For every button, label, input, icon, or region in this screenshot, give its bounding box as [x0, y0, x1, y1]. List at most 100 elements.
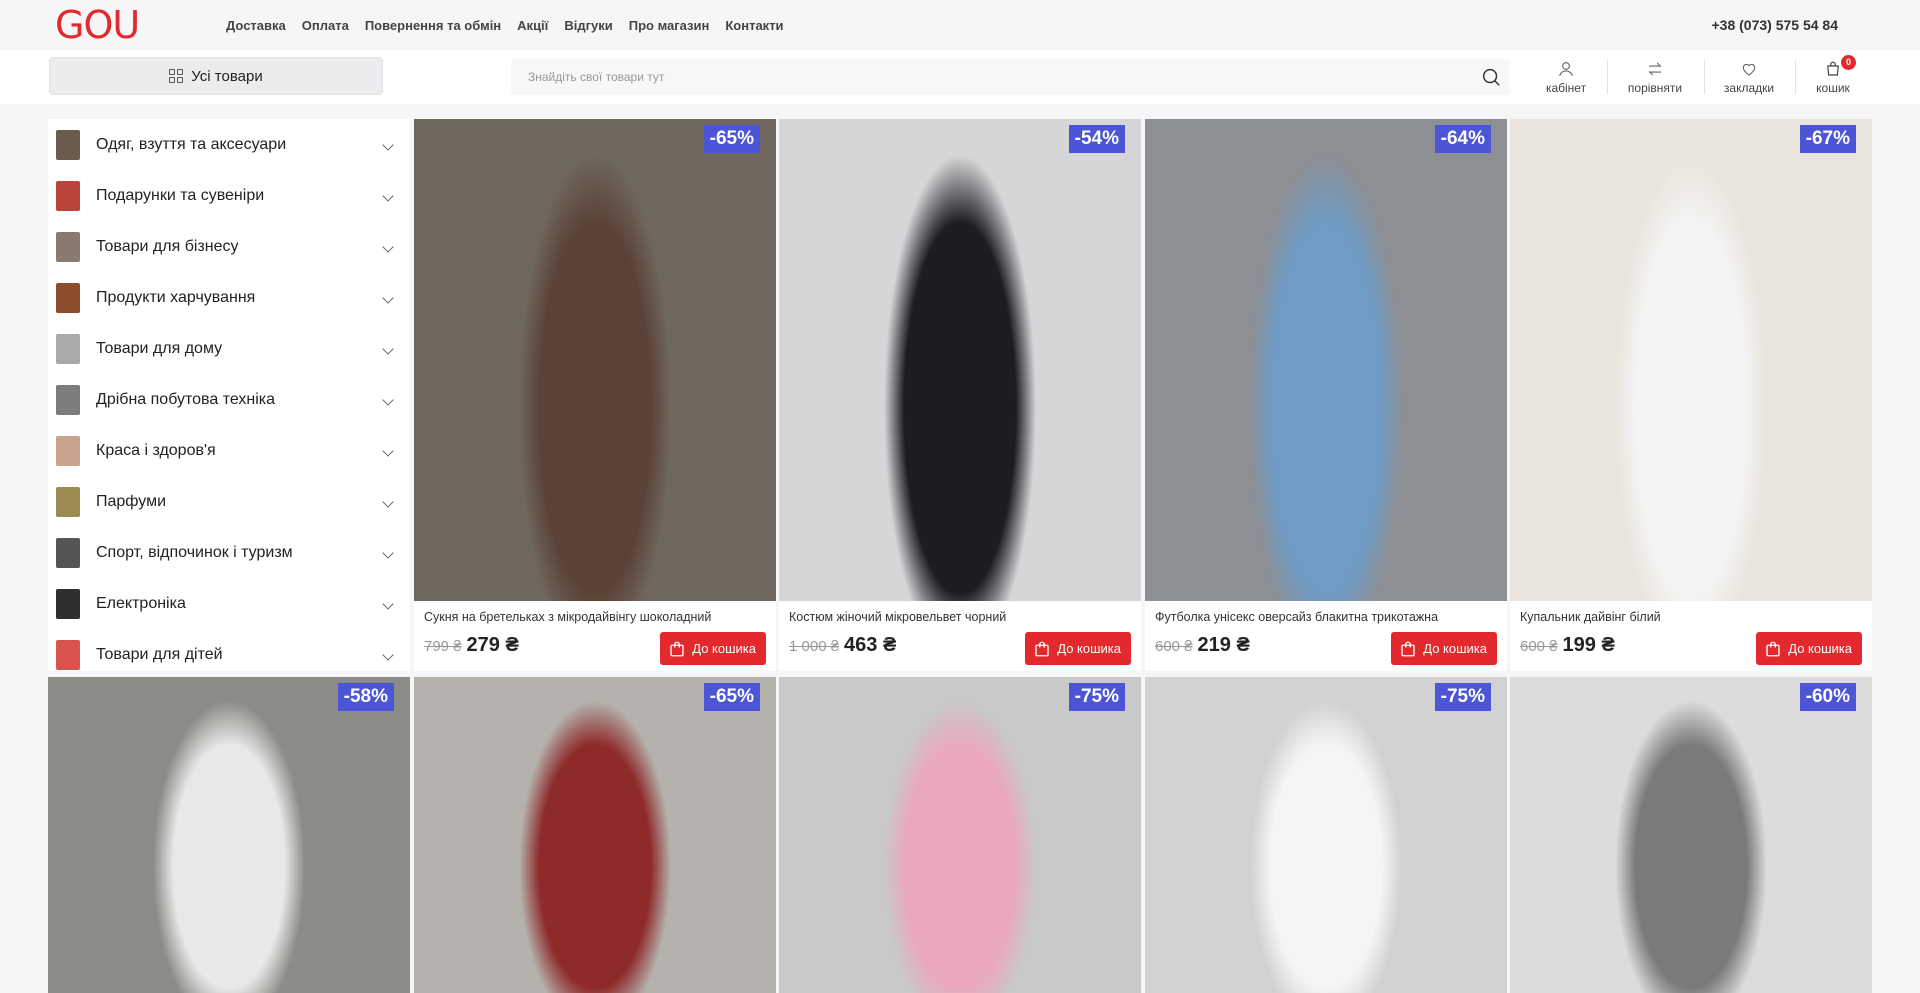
product-card[interactable]: -60%: [1510, 677, 1872, 993]
bookmarks-button[interactable]: закладки: [1717, 50, 1781, 104]
category-item-kids[interactable]: Товари для дітей: [48, 629, 410, 680]
chevron-down-icon[interactable]: [382, 342, 394, 355]
product-image[interactable]: [1510, 119, 1872, 601]
phone-number[interactable]: +38 (073) 575 54 84: [1712, 0, 1839, 50]
product-image[interactable]: [779, 677, 1141, 993]
chevron-down-icon[interactable]: [382, 546, 394, 559]
product-image[interactable]: [48, 677, 410, 993]
top-bar: GOU Доставка Оплата Повернення та обмін …: [0, 0, 1920, 50]
product-image[interactable]: [414, 677, 776, 993]
discount-badge: -65%: [703, 125, 760, 153]
category-item-home[interactable]: Товари для дому: [48, 323, 410, 374]
price-row: 600 ₴ 199 ₴: [1520, 634, 1615, 657]
all-products-button[interactable]: Усі товари: [49, 57, 383, 95]
product-card[interactable]: -67% Купальник дайвінг білий 600 ₴ 199 ₴…: [1510, 119, 1872, 671]
category-item-business[interactable]: Товари для бізнесу: [48, 221, 410, 272]
product-card[interactable]: -75%: [1145, 677, 1507, 993]
category-label: Товари для бізнесу: [96, 237, 239, 255]
chevron-down-icon[interactable]: [382, 138, 394, 151]
price-row: 600 ₴ 219 ₴: [1155, 634, 1250, 657]
category-item-gifts[interactable]: Подарунки та сувеніри: [48, 170, 410, 221]
heart-icon: [1742, 63, 1756, 76]
add-to-cart-label: До кошика: [1788, 641, 1852, 656]
category-label: Одяг, взуття та аксесуари: [96, 135, 287, 153]
compare-button[interactable]: порівняти: [1620, 50, 1690, 104]
add-to-cart-button[interactable]: До кошика: [660, 632, 766, 665]
product-name[interactable]: Сукня на бретельках з мікродайвінгу шоко…: [424, 610, 711, 624]
product-name[interactable]: Костюм жіночий мікровельвет чорний: [789, 610, 1006, 624]
nav-link-contacts[interactable]: Контакти: [725, 18, 783, 33]
logo[interactable]: GOU: [55, 3, 140, 47]
chevron-down-icon[interactable]: [382, 291, 394, 304]
product-image[interactable]: [1510, 677, 1872, 993]
current-price: 219 ₴: [1197, 634, 1250, 656]
product-image[interactable]: [414, 119, 776, 601]
product-name[interactable]: Купальник дайвінг білий: [1520, 610, 1661, 624]
category-item-appliances[interactable]: Дрібна побутова техніка: [48, 374, 410, 425]
current-price: 199 ₴: [1562, 634, 1615, 656]
nav-link-delivery[interactable]: Доставка: [226, 18, 286, 33]
account-label: кабінет: [1545, 80, 1587, 95]
chevron-down-icon[interactable]: [382, 189, 394, 202]
chevron-down-icon[interactable]: [382, 393, 394, 406]
product-name[interactable]: Футболка унісекс оверсайз блакитна трико…: [1155, 610, 1438, 624]
discount-badge: -60%: [1799, 683, 1856, 711]
shopping-bag-icon: [670, 641, 684, 656]
product-card[interactable]: -65%: [414, 677, 776, 993]
shopping-bag-icon: [1766, 641, 1780, 656]
chevron-down-icon[interactable]: [382, 495, 394, 508]
chevron-down-icon[interactable]: [382, 597, 394, 610]
cart-label: кошик: [1816, 80, 1850, 95]
nav-link-promotions[interactable]: Акції: [517, 18, 548, 33]
product-card[interactable]: -64% Футболка унісекс оверсайз блакитна …: [1145, 119, 1507, 671]
search-input[interactable]: [511, 59, 1451, 95]
current-price: 463 ₴: [844, 634, 897, 656]
product-image[interactable]: [1145, 677, 1507, 993]
discount-badge: -65%: [703, 683, 760, 711]
nav-link-reviews[interactable]: Відгуки: [564, 18, 612, 33]
category-item-clothing[interactable]: Одяг, взуття та аксесуари: [48, 119, 410, 170]
category-label: Продукти харчування: [96, 288, 256, 306]
nav-link-returns[interactable]: Повернення та обмін: [365, 18, 501, 33]
category-label: Товари для дітей: [96, 645, 223, 663]
product-image[interactable]: [779, 119, 1141, 601]
product-image[interactable]: [1145, 119, 1507, 601]
search-icon[interactable]: [1480, 66, 1502, 88]
chevron-down-icon[interactable]: [382, 444, 394, 457]
category-item-perfume[interactable]: Парфуми: [48, 476, 410, 527]
category-item-food[interactable]: Продукти харчування: [48, 272, 410, 323]
category-thumbnail: [56, 435, 80, 466]
category-item-electronics[interactable]: Електроніка: [48, 578, 410, 629]
category-thumbnail: [56, 639, 80, 670]
product-card[interactable]: -54% Костюм жіночий мікровельвет чорний …: [779, 119, 1141, 671]
divider: [1704, 60, 1705, 94]
grid-icon: [169, 69, 184, 83]
user-icon: [1559, 61, 1573, 76]
discount-badge: -67%: [1799, 125, 1856, 153]
product-card[interactable]: -75%: [779, 677, 1141, 993]
discount-badge: -75%: [1434, 683, 1491, 711]
add-to-cart-button[interactable]: До кошика: [1391, 632, 1497, 665]
discount-badge: -58%: [337, 683, 394, 711]
chevron-down-icon[interactable]: [382, 648, 394, 661]
cart-button[interactable]: кошик 0: [1806, 50, 1860, 104]
add-to-cart-button[interactable]: До кошика: [1025, 632, 1131, 665]
add-to-cart-label: До кошика: [1423, 641, 1487, 656]
category-label: Краса і здоров'я: [96, 441, 216, 459]
divider: [1795, 60, 1796, 94]
category-thumbnail: [56, 282, 80, 313]
category-item-beauty[interactable]: Краса і здоров'я: [48, 425, 410, 476]
add-to-cart-button[interactable]: До кошика: [1756, 632, 1862, 665]
discount-badge: -64%: [1434, 125, 1491, 153]
old-price: 799 ₴: [424, 638, 462, 655]
nav-link-about[interactable]: Про магазин: [629, 18, 710, 33]
product-card[interactable]: -65% Сукня на бретельках з мікродайвінгу…: [414, 119, 776, 671]
category-thumbnail: [56, 588, 80, 619]
product-card[interactable]: -58%: [48, 677, 410, 993]
category-item-sport[interactable]: Спорт, відпочинок і туризм: [48, 527, 410, 578]
chevron-down-icon[interactable]: [382, 240, 394, 253]
logo-text[interactable]: GOU: [55, 3, 140, 47]
account-button[interactable]: кабінет: [1542, 50, 1590, 104]
nav-link-payment[interactable]: Оплата: [302, 18, 349, 33]
old-price: 1 000 ₴: [789, 638, 840, 655]
